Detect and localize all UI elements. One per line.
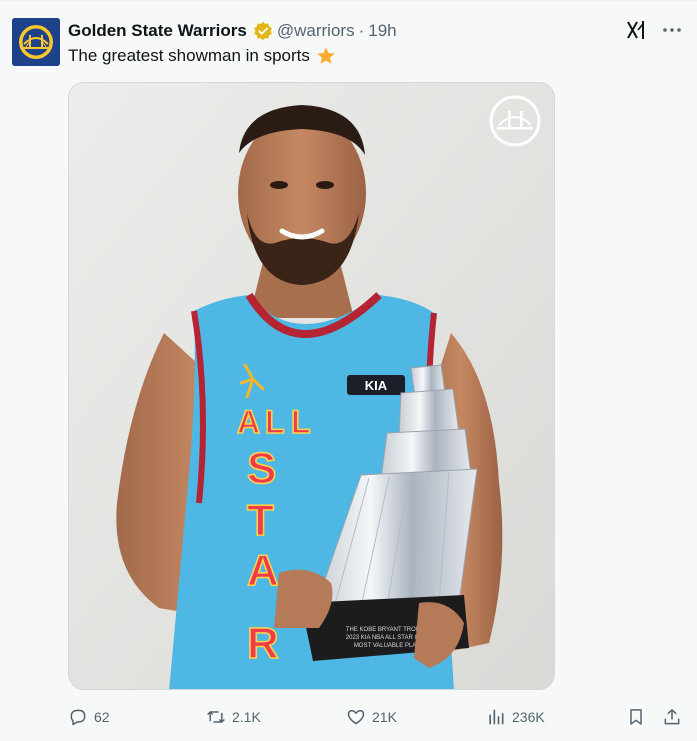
views-button[interactable]: 236K	[486, 707, 545, 727]
author-handle[interactable]: @warriors	[277, 21, 355, 41]
jersey-letter: S	[247, 444, 276, 493]
tweet-body: The greatest showman in sports	[68, 46, 310, 65]
jersey-letter: A	[247, 546, 279, 595]
reply-button[interactable]: 62	[68, 707, 110, 727]
retweet-button[interactable]: 2.1K	[206, 707, 261, 727]
share-icon	[664, 709, 680, 725]
separator-dot: ·	[358, 21, 365, 40]
player-with-trophy-photo: KIA A L L S T A R THE KOBE BRYANT TROPHY…	[69, 83, 554, 689]
tweet-card[interactable]: Golden State Warriors @warriors · 19h Th…	[0, 0, 697, 741]
timestamp[interactable]: 19h	[368, 21, 396, 41]
heart-icon	[347, 710, 365, 725]
reply-count: 62	[94, 709, 110, 725]
jersey-letter: T	[247, 496, 274, 545]
tweet-text: The greatest showman in sports	[68, 46, 336, 66]
like-count: 21K	[372, 709, 397, 725]
tweet-header: Golden State Warriors @warriors · 19h	[68, 20, 397, 42]
trophy-plaque-line: THE KOBE BRYANT TROPHY	[346, 627, 428, 633]
view-count: 236K	[512, 709, 545, 725]
grok-icon[interactable]	[625, 19, 647, 41]
share-button[interactable]	[662, 707, 682, 727]
sponsor-patch: KIA	[365, 378, 388, 393]
bookmark-button[interactable]	[626, 707, 646, 727]
author-name[interactable]: Golden State Warriors	[68, 21, 247, 41]
more-options-icon[interactable]	[661, 19, 683, 41]
tweet-actions: 62 2.1K 21K 236K	[68, 703, 684, 731]
bookmark-icon	[630, 709, 642, 725]
retweet-icon	[207, 711, 225, 723]
jersey-letter: R	[247, 619, 279, 668]
retweet-count: 2.1K	[232, 709, 261, 725]
jersey-letter: A	[237, 404, 260, 440]
warriors-logo-icon	[12, 18, 60, 66]
verified-badge-icon[interactable]	[253, 21, 273, 41]
like-button[interactable]: 21K	[346, 707, 397, 727]
tweet-top-actions	[625, 19, 683, 41]
views-icon	[489, 709, 504, 725]
avatar[interactable]	[12, 18, 60, 66]
star-icon	[316, 46, 336, 66]
tweet-photo[interactable]: KIA A L L S T A R THE KOBE BRYANT TROPHY…	[68, 82, 555, 690]
jersey-letter: L	[291, 404, 311, 440]
jersey-letter: L	[265, 404, 285, 440]
reply-icon	[70, 709, 86, 726]
